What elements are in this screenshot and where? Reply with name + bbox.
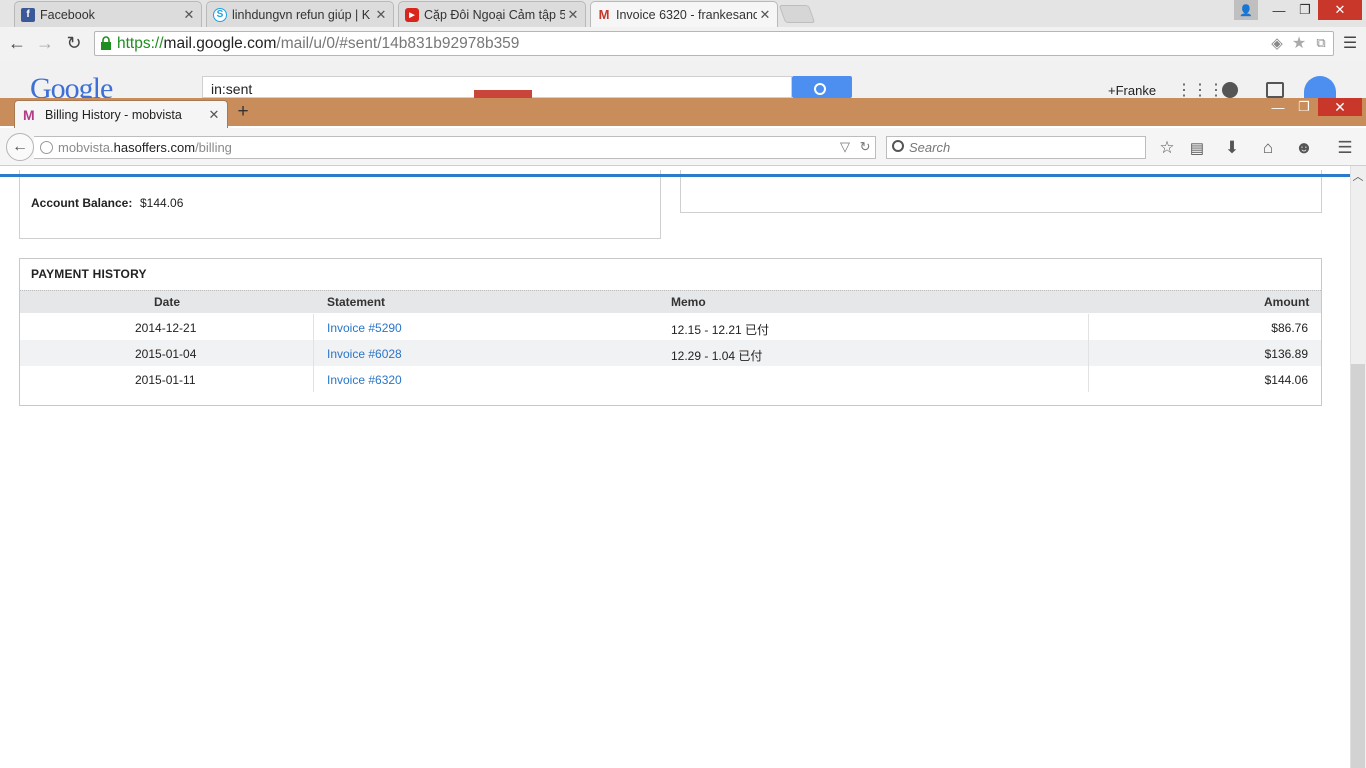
chrome-tab-title: Invoice 6320 - frankesand: [616, 7, 757, 22]
scroll-up-arrow-icon[interactable]: ︿: [1350, 168, 1366, 184]
smiley-feedback-icon[interactable]: ☻: [1293, 137, 1315, 159]
gmail-search-highlight: [474, 90, 532, 98]
chrome-tab-title: Facebook: [40, 7, 95, 22]
url-host: mail.google.com: [163, 34, 277, 52]
row-amount: $86.76: [1271, 321, 1308, 335]
forward-arrow-icon[interactable]: →: [34, 32, 56, 54]
table-row: 2015-01-11 Invoice #6320 $144.06: [20, 366, 1321, 392]
home-icon[interactable]: ⌂: [1257, 137, 1279, 159]
close-icon[interactable]: ✕: [757, 7, 773, 23]
column-divider: [1088, 340, 1089, 366]
row-date: 2015-01-04: [135, 347, 197, 361]
url-path: /billing: [195, 140, 232, 155]
column-divider: [1088, 314, 1089, 340]
chrome-tab-title: linhdungvn refun giúp | K: [232, 7, 371, 22]
url-host: hasoffers.com: [113, 140, 196, 155]
chrome-new-tab-button[interactable]: [778, 5, 816, 23]
firefox-tab-billing-history[interactable]: M Billing History - mobvista ✕: [14, 100, 228, 128]
extension-icon[interactable]: ◈: [1266, 32, 1288, 54]
row-amount: $136.89: [1264, 347, 1308, 361]
skype-icon: S: [213, 7, 227, 22]
restore-icon[interactable]: ❐: [1292, 98, 1316, 116]
search-icon: [892, 140, 904, 152]
download-arrow-icon[interactable]: ⬇: [1221, 137, 1243, 159]
dropdown-arrow-icon[interactable]: ▽: [840, 139, 850, 154]
account-balance-label: Account Balance:: [31, 196, 133, 210]
bookmark-star-icon[interactable]: ☆: [1156, 137, 1178, 159]
row-memo: 12.15 - 12.21 已付: [671, 323, 770, 337]
chrome-tab-youtube[interactable]: ▶ Cặp Đôi Ngoại Cảm tập 5 ✕: [398, 1, 586, 27]
gmail-icon: M: [598, 7, 610, 22]
translate-icon[interactable]: ⧉: [1310, 32, 1332, 54]
search-icon: [814, 83, 826, 95]
close-icon[interactable]: ✕: [181, 7, 197, 23]
row-memo: 12.29 - 1.04 已付: [671, 349, 763, 363]
invoice-link[interactable]: Invoice #5290: [327, 321, 402, 335]
chrome-tab-gmail[interactable]: M Invoice 6320 - frankesand ✕: [590, 1, 778, 27]
new-tab-plus-icon[interactable]: +: [234, 101, 252, 122]
urlbar-controls: ▽ ↻: [840, 139, 871, 155]
firefox-address-bar[interactable]: mobvista. hasoffers.com/billing: [34, 136, 876, 159]
payment-history-title: PAYMENT HISTORY: [31, 267, 147, 281]
scrollbar-thumb[interactable]: [1351, 364, 1365, 768]
apps-grid-icon[interactable]: ⋮⋮⋮: [1176, 80, 1224, 100]
column-divider: [1088, 366, 1089, 392]
back-arrow-icon[interactable]: ←: [6, 133, 34, 161]
bookmark-star-icon[interactable]: ★: [1288, 32, 1310, 54]
share-plus-icon[interactable]: [1266, 82, 1284, 98]
invoice-link[interactable]: Invoice #6320: [327, 373, 402, 387]
close-icon[interactable]: ✕: [373, 7, 389, 23]
back-arrow-icon[interactable]: ←: [6, 32, 28, 54]
close-icon[interactable]: ✕: [565, 7, 581, 23]
close-window-icon[interactable]: ✕: [1318, 98, 1362, 116]
youtube-icon: ▶: [405, 7, 419, 22]
column-header-memo[interactable]: Memo: [671, 295, 706, 309]
facebook-icon: f: [21, 7, 35, 22]
invoice-link[interactable]: Invoice #6028: [327, 347, 402, 361]
minimize-icon[interactable]: —: [1266, 0, 1292, 20]
row-date: 2014-12-21: [135, 321, 197, 335]
restore-icon[interactable]: ❐: [1292, 0, 1318, 20]
chrome-tab-title: Cặp Đôi Ngoại Cảm tập 5: [424, 7, 565, 22]
column-divider: [313, 314, 314, 340]
row-date: 2015-01-11: [135, 373, 196, 387]
close-icon[interactable]: ✕: [205, 107, 223, 123]
url-path: /mail/u/0/#sent/14b831b92978b359: [276, 34, 520, 52]
table-row: 2015-01-04 Invoice #6028 12.29 - 1.04 已付…: [20, 340, 1321, 366]
user-profile-icon[interactable]: 👤: [1234, 0, 1258, 20]
url-scheme: https://: [117, 34, 164, 52]
lock-icon: [101, 36, 111, 50]
gmail-user-link[interactable]: +Franke: [1108, 83, 1156, 98]
column-header-statement[interactable]: Statement: [327, 295, 385, 309]
chrome-tab-facebook[interactable]: f Facebook ✕: [14, 1, 202, 27]
account-balance-value: $144.06: [140, 196, 184, 210]
mobvista-icon: M: [23, 106, 35, 123]
minimize-icon[interactable]: —: [1266, 98, 1290, 116]
search-placeholder: Search: [909, 140, 951, 155]
row-amount: $144.06: [1264, 373, 1308, 387]
url-subdomain: mobvista.: [58, 140, 114, 155]
column-divider: [313, 340, 314, 366]
firefox-menu-icon[interactable]: ☰: [1334, 137, 1356, 159]
firefox-tab-title: Billing History - mobvista: [45, 107, 182, 122]
page-header-divider: [0, 174, 1350, 177]
table-row: 2014-12-21 Invoice #5290 12.15 - 12.21 已…: [20, 314, 1321, 340]
chrome-address-bar[interactable]: https://mail.google.com/mail/u/0/#sent/1…: [94, 31, 1334, 56]
column-header-date[interactable]: Date: [154, 295, 180, 309]
reload-icon[interactable]: ↻: [860, 139, 871, 154]
chrome-tab-skype[interactable]: S linhdungvn refun giúp | K ✕: [206, 1, 394, 27]
column-header-amount[interactable]: Amount: [1264, 295, 1309, 309]
notifications-icon[interactable]: [1222, 82, 1238, 98]
chrome-menu-icon[interactable]: ☰: [1339, 32, 1361, 54]
globe-icon: [40, 141, 53, 154]
reload-icon[interactable]: ↻: [63, 32, 85, 54]
bookmarks-list-icon[interactable]: ▤: [1186, 137, 1208, 159]
column-divider: [313, 366, 314, 392]
firefox-search-input[interactable]: Search: [886, 136, 1146, 159]
close-window-icon[interactable]: ✕: [1318, 0, 1362, 20]
